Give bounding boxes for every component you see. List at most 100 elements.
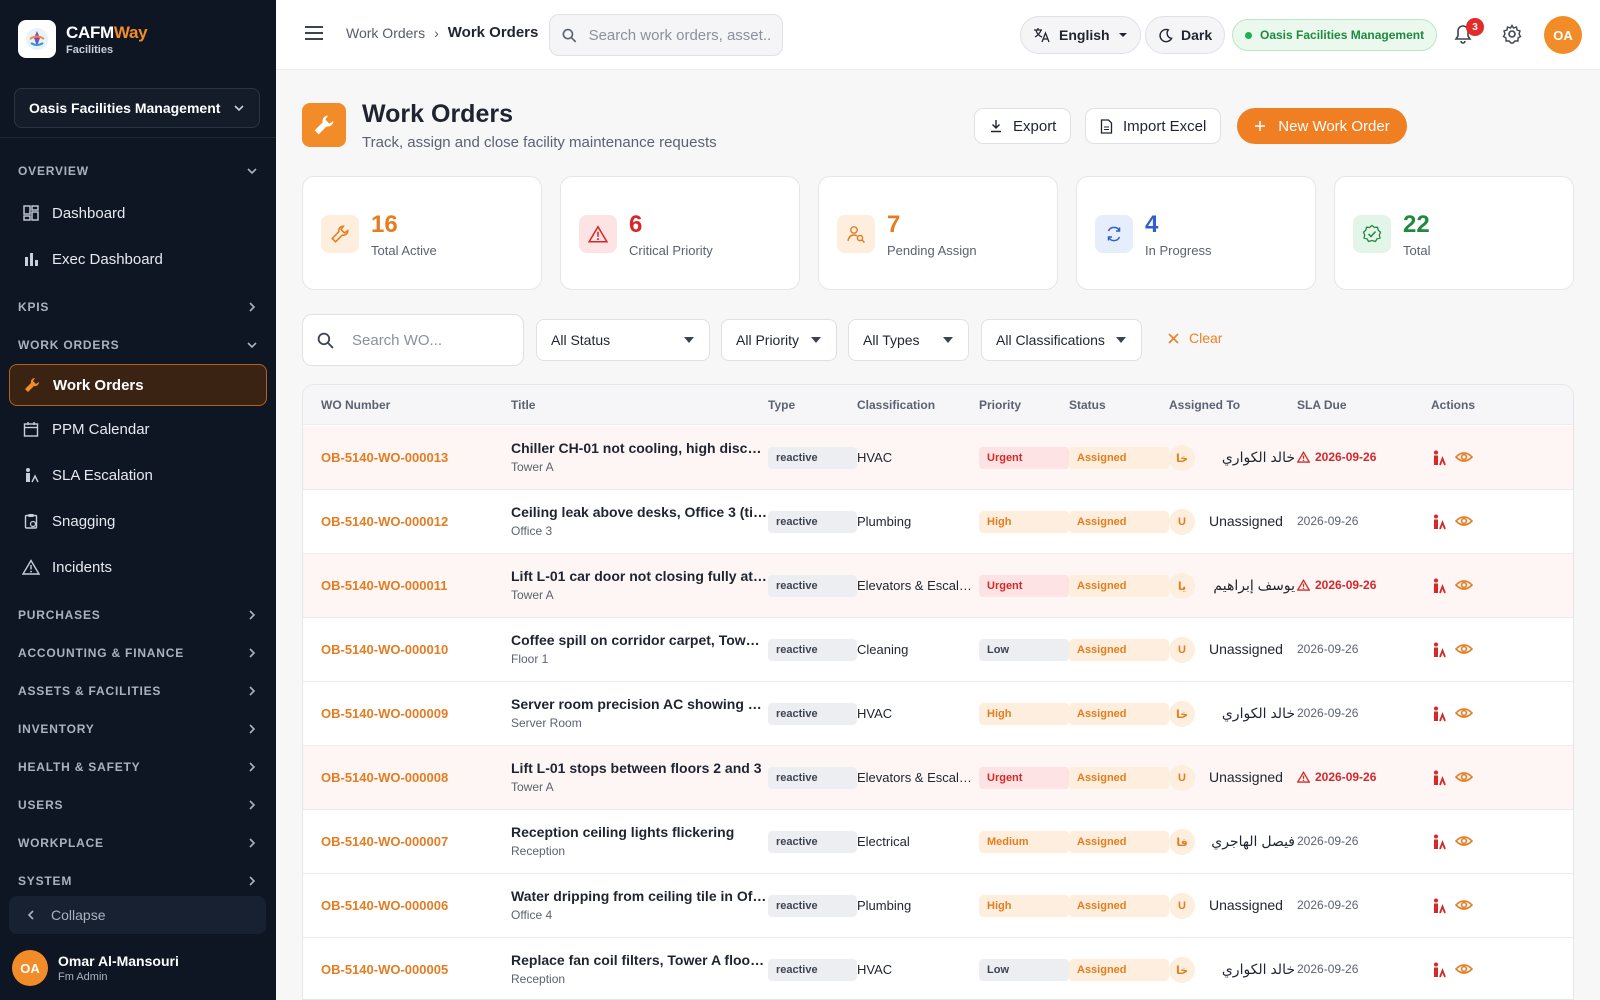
org-select[interactable]: Oasis Facilities Management [14,88,260,128]
column-header-assigned-to[interactable]: Assigned To [1169,398,1240,412]
sidebar-item-snagging[interactable]: Snagging [0,498,276,544]
user-profile[interactable]: OA Omar Al-Mansouri Fm Admin [12,950,179,986]
wo-type-badge: reactive [768,575,857,597]
stat-label: Total Active [371,243,437,258]
clear-filters-button[interactable]: Clear [1168,330,1222,346]
sidebar-item-ppm-calendar[interactable]: PPM Calendar [0,406,276,452]
stat-card-total-active[interactable]: 16 Total Active [302,176,542,290]
stat-card-in-progress[interactable]: 4 In Progress [1076,176,1316,290]
nav-section-users[interactable]: USERS [0,786,276,824]
view-eye-icon[interactable] [1454,770,1474,789]
breadcrumb-parent[interactable]: Work Orders [346,25,425,41]
escalate-icon[interactable] [1431,834,1447,855]
classifications-filter-select[interactable]: All Classifications [981,319,1142,361]
file-icon [1100,118,1113,134]
escalate-icon[interactable] [1431,578,1447,599]
column-header-type[interactable]: Type [768,398,795,412]
wo-title: Ceiling leak above desks, Office 3 (tick… [511,504,767,520]
nav-section-overview[interactable]: OVERVIEW [0,152,276,190]
menu-icon[interactable] [304,24,324,47]
brand[interactable]: CAFMWay Facilities [18,20,148,58]
nav-section-accounting[interactable]: ACCOUNTING & FINANCE [0,634,276,672]
priority-badge: Medium [979,831,1069,853]
language-select[interactable]: English [1020,16,1141,54]
view-eye-icon[interactable] [1454,898,1474,917]
escalate-icon[interactable] [1431,642,1447,663]
view-eye-icon[interactable] [1454,514,1474,533]
table-row[interactable]: OB-5140-WO-000006 Water dripping from ce… [303,874,1573,938]
column-header-classification[interactable]: Classification [857,398,935,412]
sidebar-item-sla-escalation[interactable]: SLA Escalation [0,452,276,498]
sla-due: 2026-09-26 [1297,898,1358,912]
view-eye-icon[interactable] [1454,834,1474,853]
export-button[interactable]: Export [974,108,1072,144]
view-eye-icon[interactable] [1454,642,1474,661]
column-header-wo-number[interactable]: WO Number [321,398,390,412]
nav-section-system[interactable]: SYSTEM [0,862,276,900]
sidebar-item-work-orders[interactable]: Work Orders [9,364,267,406]
wo-search-input[interactable]: Search WO... [302,314,524,366]
table-row[interactable]: OB-5140-WO-000005 Replace fan coil filte… [303,938,1573,999]
escalate-icon[interactable] [1431,450,1447,471]
wo-number-link[interactable]: OB-5140-WO-000008 [321,770,448,785]
column-header-priority[interactable]: Priority [979,398,1021,412]
table-row[interactable]: OB-5140-WO-000009 Server room precision … [303,682,1573,746]
nav-section-work-orders[interactable]: WORK ORDERS [0,326,276,364]
table-row[interactable]: OB-5140-WO-000010 Coffee spill on corrid… [303,618,1573,682]
chevron-right-icon [249,610,256,620]
view-eye-icon[interactable] [1454,578,1474,597]
view-eye-icon[interactable] [1454,706,1474,725]
sidebar-item-dashboard[interactable]: Dashboard [0,190,276,236]
view-eye-icon[interactable] [1454,962,1474,981]
escalate-icon[interactable] [1431,514,1447,535]
user-avatar[interactable]: OA [1544,16,1582,54]
stat-value: 7 [887,211,901,238]
nav-section-inventory[interactable]: INVENTORY [0,710,276,748]
import-excel-button[interactable]: Import Excel [1085,108,1222,144]
table-row[interactable]: OB-5140-WO-000011 Lift L-01 car door not… [303,554,1573,618]
escalate-icon[interactable] [1431,962,1447,983]
wo-number-link[interactable]: OB-5140-WO-000012 [321,514,448,529]
nav-section-workplace[interactable]: WORKPLACE [0,824,276,862]
stat-card-critical-priority[interactable]: 6 Critical Priority [560,176,800,290]
sidebar-nav: OVERVIEW Dashboard Exec Dashboard KPIS W… [0,152,276,900]
wo-number-link[interactable]: OB-5140-WO-000013 [321,450,448,465]
wo-number-link[interactable]: OB-5140-WO-000009 [321,706,448,721]
nav-section-health[interactable]: HEALTH & SAFETY [0,748,276,786]
theme-toggle[interactable]: Dark [1145,16,1226,54]
clipboard-icon [22,512,40,530]
escalate-icon[interactable] [1431,770,1447,791]
sidebar-item-exec-dashboard[interactable]: Exec Dashboard [0,236,276,282]
status-filter-select[interactable]: All Status [536,319,710,361]
status-dot [1245,31,1252,39]
stat-card-pending-assign[interactable]: 7 Pending Assign [818,176,1058,290]
escalate-icon[interactable] [1431,898,1447,919]
priority-filter-select[interactable]: All Priority [721,319,837,361]
table-row[interactable]: OB-5140-WO-000008 Lift L-01 stops betwee… [303,746,1573,810]
gear-icon[interactable] [1502,24,1522,49]
types-filter-select[interactable]: All Types [848,319,969,361]
wo-number-link[interactable]: OB-5140-WO-000005 [321,962,448,977]
nav-section-purchases[interactable]: PURCHASES [0,596,276,634]
table-row[interactable]: OB-5140-WO-000012 Ceiling leak above des… [303,490,1573,554]
escalate-icon[interactable] [1431,706,1447,727]
wo-number-link[interactable]: OB-5140-WO-000010 [321,642,448,657]
column-header-title[interactable]: Title [511,398,535,412]
search-icon [317,332,334,349]
wo-number-link[interactable]: OB-5140-WO-000006 [321,898,448,913]
table-row[interactable]: OB-5140-WO-000013 Chiller CH-01 not cool… [303,426,1573,490]
wo-number-link[interactable]: OB-5140-WO-000011 [321,578,447,593]
global-search-input[interactable]: Search work orders, asset... [549,14,783,56]
column-header-status[interactable]: Status [1069,398,1106,412]
wo-number-link[interactable]: OB-5140-WO-000007 [321,834,448,849]
new-work-order-button[interactable]: New Work Order [1237,108,1407,144]
view-eye-icon[interactable] [1454,450,1474,469]
sidebar-item-incidents[interactable]: Incidents [0,544,276,590]
nav-section-assets[interactable]: ASSETS & FACILITIES [0,672,276,710]
column-header-sla-due[interactable]: SLA Due [1297,398,1347,412]
org-status-badge[interactable]: Oasis Facilities Management [1232,19,1438,51]
collapse-button[interactable]: Collapse [9,896,266,934]
nav-section-kpis[interactable]: KPIS [0,288,276,326]
stat-card-total[interactable]: 22 Total [1334,176,1574,290]
table-row[interactable]: OB-5140-WO-000007 Reception ceiling ligh… [303,810,1573,874]
